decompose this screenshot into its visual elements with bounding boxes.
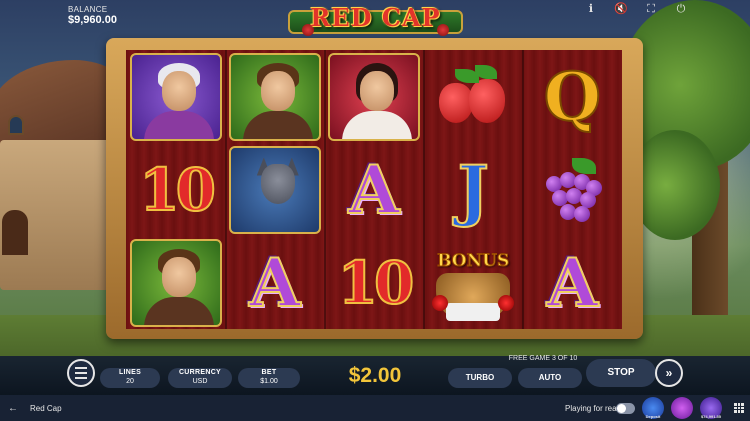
balance-value: $9,960.00 xyxy=(68,14,117,26)
jackpot-amount: $74,991.55 xyxy=(700,414,722,419)
reel-grid: Q 10 A J A 10 BONUS A xyxy=(126,50,622,329)
lines-label: LINES xyxy=(118,369,142,376)
reel-divider xyxy=(522,50,524,329)
balance-label: BALANCE xyxy=(68,5,108,14)
a-symbol: A xyxy=(546,243,599,322)
sound-muted-icon[interactable]: 🔇 xyxy=(614,2,628,16)
currency-selector[interactable]: CURRENCY USD xyxy=(168,368,232,388)
info-icon[interactable]: ℹ xyxy=(584,2,598,16)
fullscreen-icon[interactable]: ⛶ xyxy=(644,2,658,16)
reel-divider xyxy=(423,50,425,329)
back-arrow-icon[interactable]: ← xyxy=(8,403,18,414)
reel-2-row-1 xyxy=(225,50,324,143)
reel-4-row-2: J xyxy=(424,143,523,236)
deposit-promo-label: Deposit xyxy=(645,414,661,419)
bet-value: $1.00 xyxy=(260,377,278,385)
reel-4-row-1 xyxy=(424,50,523,143)
reel-4-row-3: BONUS xyxy=(424,236,523,329)
promo-icon[interactable] xyxy=(671,397,693,419)
auto-button[interactable]: AUTO xyxy=(518,368,582,388)
reel-5-row-3: A xyxy=(523,236,622,329)
logo-text: RED CAP xyxy=(310,3,441,32)
fast-forward-icon[interactable]: » xyxy=(655,359,683,387)
stop-button[interactable]: STOP xyxy=(586,359,656,387)
a-symbol: A xyxy=(347,150,400,229)
toggle-knob xyxy=(617,404,626,413)
currency-value: USD xyxy=(192,377,208,385)
red-cap-girl-symbol xyxy=(327,52,420,141)
reel-1-row-3 xyxy=(126,236,225,329)
currency-label: CURRENCY xyxy=(178,369,222,376)
game-name: Red Cap xyxy=(30,404,62,413)
reel-1-row-1 xyxy=(126,50,225,143)
reel-2-row-2 xyxy=(225,143,324,236)
lines-value: 20 xyxy=(126,377,134,385)
apps-grid-icon[interactable] xyxy=(734,403,744,413)
reel-divider xyxy=(324,50,326,329)
tree-illustration xyxy=(620,0,750,340)
total-bet-amount: $2.00 xyxy=(348,364,402,387)
power-icon[interactable]: ⏻ xyxy=(674,2,688,16)
ten-symbol: 10 xyxy=(138,155,217,224)
reel-3-row-1 xyxy=(324,50,423,143)
playing-for-real-label: Playing for real xyxy=(565,404,619,413)
wolf-symbol xyxy=(228,145,321,234)
lines-selector[interactable]: LINES 20 xyxy=(100,368,160,388)
free-game-counter: FREE GAME 3 OF 10 xyxy=(508,355,578,362)
playing-for-real-toggle[interactable] xyxy=(616,403,635,414)
reel-5-row-1: Q xyxy=(523,50,622,143)
hamburger-icon xyxy=(75,367,87,369)
reel-3-row-3: 10 xyxy=(324,236,423,329)
reel-5-row-2 xyxy=(523,143,622,236)
menu-button[interactable] xyxy=(67,359,95,387)
game-logo: RED CAP xyxy=(288,2,463,40)
lumberjack-symbol xyxy=(228,52,321,141)
ten-symbol: 10 xyxy=(337,248,416,317)
top-toolbar: ℹ 🔇 ⛶ ⏻ xyxy=(584,2,688,16)
bet-selector[interactable]: BET $1.00 xyxy=(238,368,300,388)
bonus-basket-symbol: BONUS xyxy=(428,239,518,327)
q-symbol: Q xyxy=(543,57,602,136)
grandma-symbol xyxy=(129,52,222,141)
a-symbol: A xyxy=(248,243,301,322)
grapes-symbol xyxy=(532,154,612,226)
bet-label: BET xyxy=(261,369,277,376)
reel-3-row-2: A xyxy=(324,143,423,236)
reel-2-row-3: A xyxy=(225,236,324,329)
reel-1-row-2: 10 xyxy=(126,143,225,236)
lumberjack-symbol xyxy=(129,238,222,327)
strawberries-symbol xyxy=(433,61,513,133)
reel-divider xyxy=(225,50,227,329)
turbo-button[interactable]: TURBO xyxy=(448,368,512,388)
bonus-label: BONUS xyxy=(437,250,510,271)
j-symbol: J xyxy=(457,150,490,229)
